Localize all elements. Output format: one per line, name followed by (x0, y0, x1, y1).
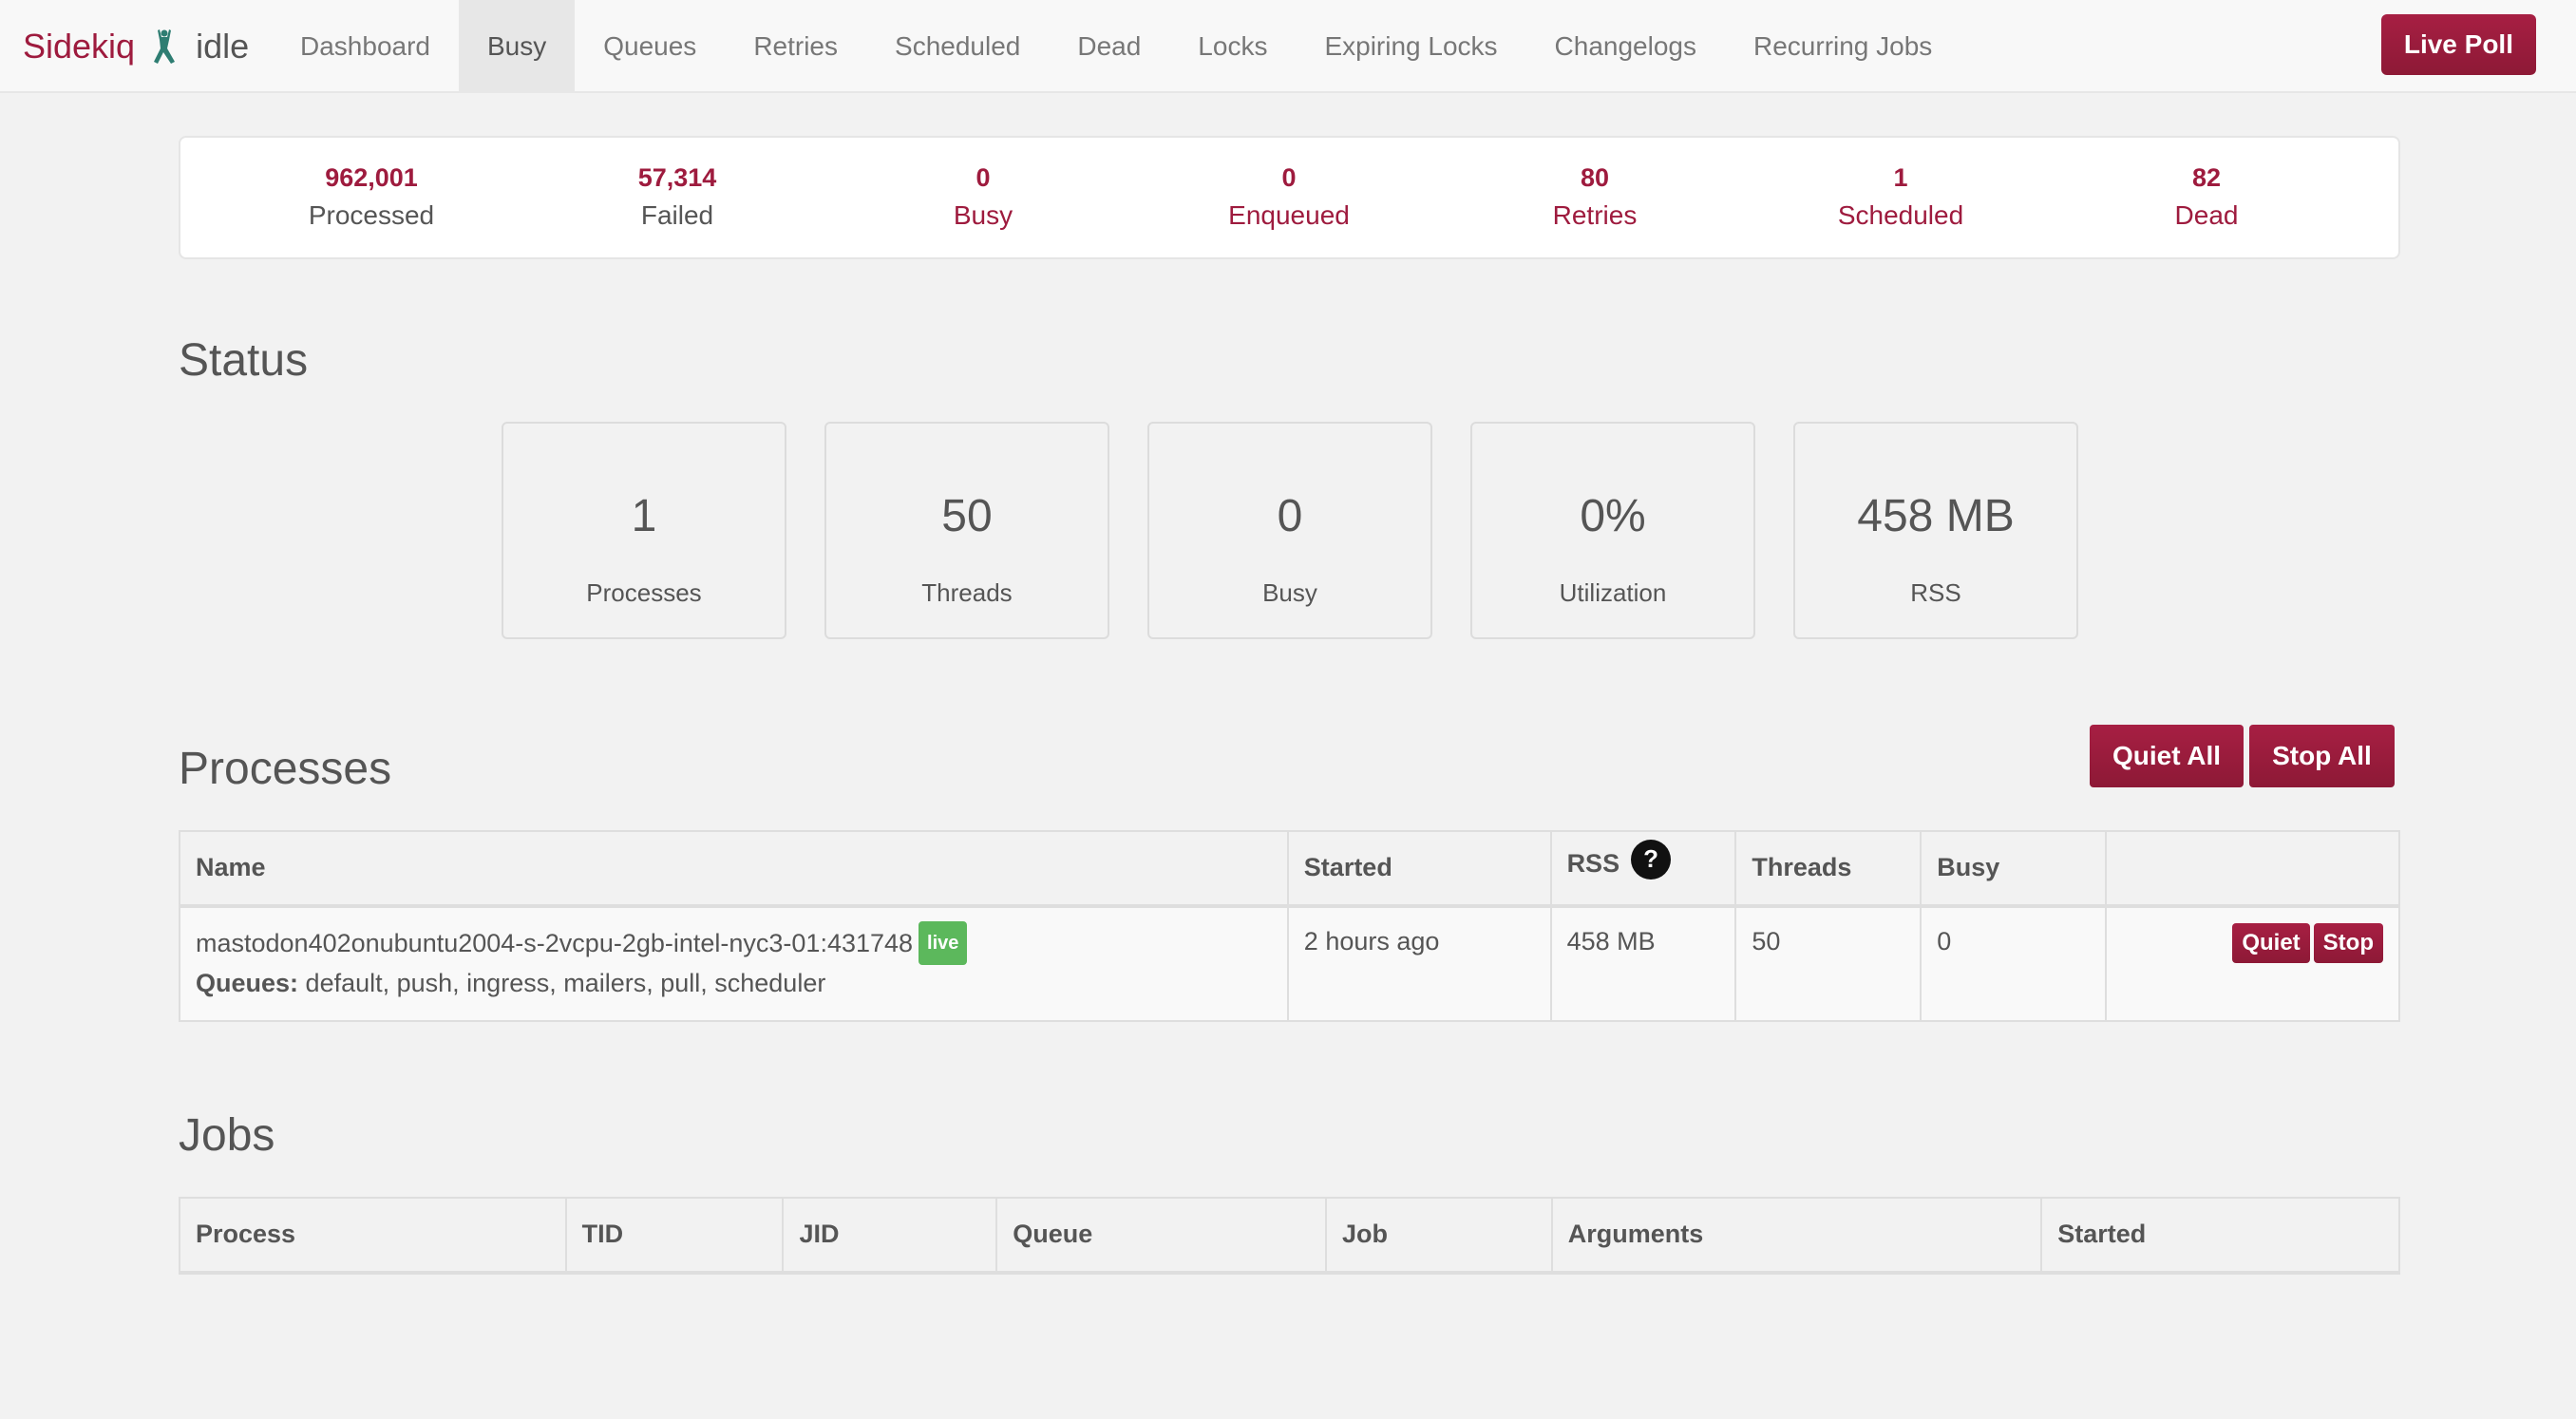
live-badge: live (919, 921, 968, 965)
nav-item-recurring-jobs[interactable]: Recurring Jobs (1725, 0, 1960, 93)
jobs-table: Process TID JID Queue Job Arguments Star… (179, 1197, 2400, 1275)
column-header-jid: JID (782, 1197, 998, 1274)
summary-bar: 962,001 Processed 57,314 Failed 0 Busy 0… (179, 136, 2400, 259)
nav-item-changelogs[interactable]: Changelogs (1526, 0, 1725, 93)
processes-heading: Processes (179, 744, 392, 794)
brand[interactable]: Sidekiq idle (23, 25, 249, 68)
nav-item-dashboard[interactable]: Dashboard (272, 0, 459, 93)
table-header-row: Name Started RSS? Threads Busy (179, 830, 2400, 907)
stat-card-utilization: 0% Utilization (1470, 422, 1755, 639)
stat-label: Busy (1262, 578, 1317, 607)
summary-count: 80 (1580, 163, 1610, 192)
summary-label: Processed (308, 200, 435, 230)
process-busy: 0 (1920, 905, 2108, 1022)
navbar: Sidekiq idle Dashboard Busy Queues Retri… (0, 0, 2576, 93)
stat-value: 1 (631, 491, 657, 541)
summary-count: 57,314 (637, 163, 717, 192)
queues-list: default, push, ingress, mailers, pull, s… (305, 969, 826, 997)
summary-count: 1 (1893, 163, 1908, 192)
summary-count: 82 (2191, 163, 2222, 192)
status-cards: 1 Processes 50 Threads 0 Busy 0% Utiliza… (502, 422, 2078, 639)
process-threads: 50 (1734, 905, 1923, 1022)
stop-button[interactable]: Stop (2313, 923, 2383, 963)
quiet-all-button[interactable]: Quiet All (2090, 725, 2245, 787)
nav-menu: Dashboard Busy Queues Retries Scheduled … (272, 0, 1960, 93)
stat-card-busy: 0 Busy (1147, 422, 1432, 639)
nav-item-scheduled[interactable]: Scheduled (866, 0, 1049, 93)
jobs-heading: Jobs (179, 1110, 275, 1161)
column-header-arguments: Arguments (1550, 1197, 2043, 1274)
column-header-queue: Queue (995, 1197, 1327, 1274)
summary-count: 0 (1281, 163, 1297, 192)
column-header-busy: Busy (1920, 830, 2108, 907)
stat-card-threads: 50 Threads (824, 422, 1109, 639)
summary-processed: 962,001 Processed (218, 138, 524, 257)
column-header-name: Name (179, 830, 1289, 907)
stat-label: Threads (921, 578, 1013, 607)
summary-label: Scheduled (1837, 200, 1964, 230)
stat-label: Processes (586, 578, 702, 607)
row-actions: Quiet Stop (2122, 923, 2383, 963)
nav-item-dead[interactable]: Dead (1049, 0, 1169, 93)
stop-all-button[interactable]: Stop All (2249, 725, 2395, 787)
status-indicator: idle (196, 27, 250, 66)
processes-actions: Quiet All Stop All (2090, 725, 2395, 787)
sidekiq-logo-icon (148, 28, 180, 66)
process-rss: 458 MB (1549, 905, 1737, 1022)
process-name: mastodon402onubuntu2004-s-2vcpu-2gb-inte… (196, 929, 914, 957)
nav-item-locks[interactable]: Locks (1169, 0, 1296, 93)
help-icon[interactable]: ? (1631, 839, 1672, 880)
queues-label: Queues: (196, 969, 299, 997)
stat-label: RSS (1910, 578, 1961, 607)
stat-value: 458 MB (1857, 491, 2015, 541)
stat-value: 0 (1277, 491, 1303, 541)
column-header-process: Process (179, 1197, 567, 1274)
column-header-actions (2105, 830, 2400, 907)
nav-item-retries[interactable]: Retries (725, 0, 866, 93)
stat-value: 0% (1580, 491, 1646, 541)
column-header-rss-label: RSS (1566, 849, 1620, 878)
column-header-job: Job (1324, 1197, 1553, 1274)
brand-name: Sidekiq (23, 27, 136, 66)
column-header-rss: RSS? (1549, 830, 1737, 907)
nav-item-busy[interactable]: Busy (458, 0, 576, 93)
summary-retries[interactable]: 80 Retries (1442, 138, 1748, 257)
summary-label: Enqueued (1228, 200, 1350, 230)
summary-count: 962,001 (325, 163, 418, 192)
process-name-cell: mastodon402onubuntu2004-s-2vcpu-2gb-inte… (179, 905, 1289, 1022)
column-header-tid: TID (564, 1197, 785, 1274)
nav-item-queues[interactable]: Queues (575, 0, 725, 93)
summary-scheduled[interactable]: 1 Scheduled (1748, 138, 2054, 257)
column-header-threads: Threads (1734, 830, 1923, 907)
summary-enqueued[interactable]: 0 Enqueued (1136, 138, 1442, 257)
summary-label: Retries (1552, 200, 1638, 230)
nav-item-expiring-locks[interactable]: Expiring Locks (1296, 0, 1525, 93)
stat-card-processes: 1 Processes (502, 422, 786, 639)
summary-label: Dead (2174, 200, 2239, 230)
processes-table: Name Started RSS? Threads Busy mastodon4… (179, 830, 2400, 1022)
summary-count: 0 (975, 163, 991, 192)
column-header-started: Started (2040, 1197, 2400, 1274)
summary-dead[interactable]: 82 Dead (2054, 138, 2359, 257)
summary-failed: 57,314 Failed (524, 138, 830, 257)
live-poll-button[interactable]: Live Poll (2380, 14, 2536, 75)
column-header-started: Started (1286, 830, 1552, 907)
quiet-button[interactable]: Quiet (2232, 923, 2310, 963)
stat-label: Utilization (1559, 578, 1667, 607)
table-row: mastodon402onubuntu2004-s-2vcpu-2gb-inte… (179, 905, 2400, 1022)
stat-value: 50 (941, 491, 993, 541)
status-heading: Status (179, 335, 309, 386)
summary-label: Failed (640, 200, 714, 230)
process-started: 2 hours ago (1286, 905, 1552, 1022)
summary-label: Busy (953, 200, 1013, 230)
process-actions-cell: Quiet Stop (2105, 905, 2400, 1022)
table-header-row: Process TID JID Queue Job Arguments Star… (179, 1197, 2400, 1274)
summary-busy[interactable]: 0 Busy (830, 138, 1136, 257)
stat-card-rss: 458 MB RSS (1793, 422, 2078, 639)
